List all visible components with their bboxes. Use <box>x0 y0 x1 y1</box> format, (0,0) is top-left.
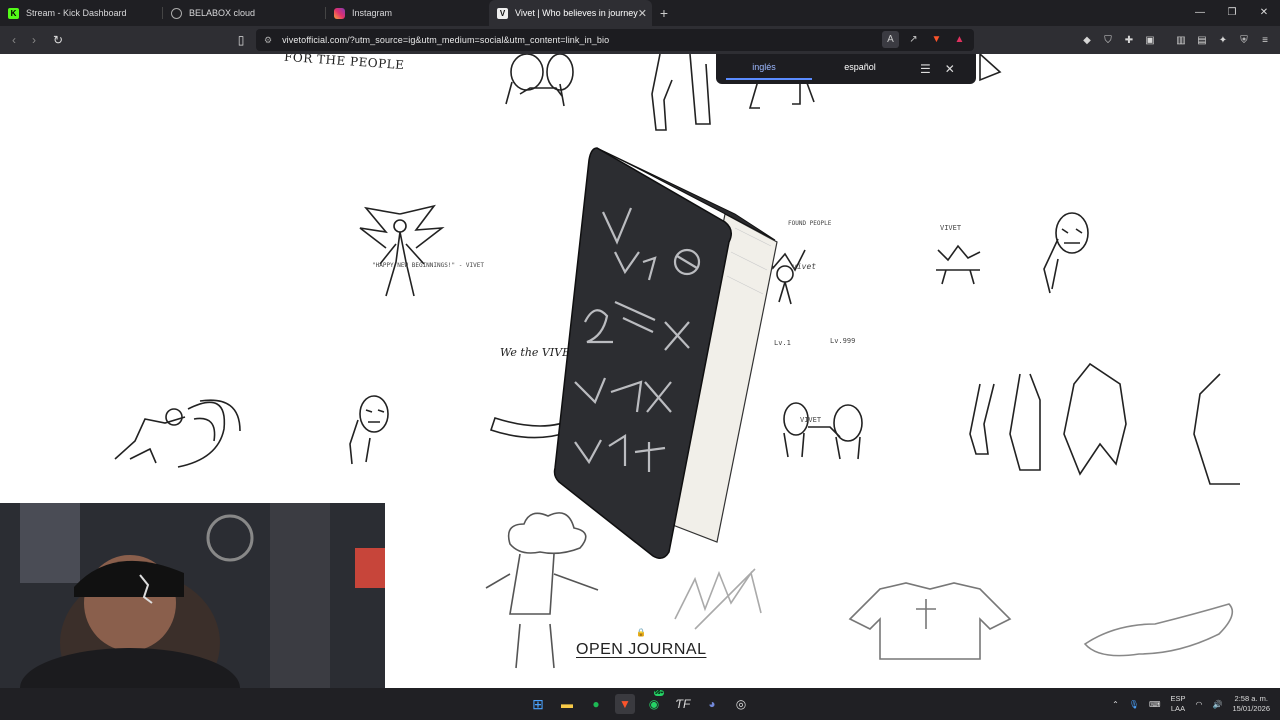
system-tray: ⌃ 🎙 ⌨ ESP LAA ◠ 🔊 2:58 a. m. 15/01/2026 <box>1112 692 1270 716</box>
lock-icon: 🔒 <box>636 628 646 637</box>
browser-toolbar: ‹ › ↻ ▯ ⚙ vivetofficial.com/?utm_source=… <box>0 26 1280 54</box>
leo-ai-icon[interactable]: ✦ <box>1216 33 1230 47</box>
notification-badge: 99+ <box>654 690 665 696</box>
instagram-favicon-icon <box>334 7 345 19</box>
address-bar[interactable]: ⚙ vivetofficial.com/?utm_source=ig&utm_m… <box>256 29 974 51</box>
brave-icon[interactable]: ▼ <box>615 694 635 714</box>
level-999-caption: Lv.999 <box>830 337 856 345</box>
clock-date: 15/01/2026 <box>1232 704 1270 713</box>
webcam-feed <box>0 503 385 688</box>
url-text: vivetofficial.com/?utm_source=ig&utm_med… <box>282 35 610 45</box>
discord-icon[interactable]: ◕ <box>702 694 722 714</box>
wifi-icon[interactable]: ◠ <box>1196 700 1203 709</box>
brave-shields-icon[interactable]: ▼ <box>928 31 945 48</box>
spotify-icon[interactable]: ● <box>586 694 606 714</box>
tab-title: Stream - Kick Dashboard <box>26 8 127 18</box>
file-explorer-icon[interactable]: ▬ <box>557 694 577 714</box>
sketch-angel <box>359 204 445 297</box>
sketch-small-creature <box>936 244 981 285</box>
translate-option-english[interactable]: inglés <box>716 54 812 84</box>
whatsapp-icon[interactable]: ◉ 99+ <box>644 690 665 714</box>
microphone-icon[interactable]: 🎙 <box>1129 700 1139 709</box>
extension-diamond-icon[interactable]: ◆ <box>1080 33 1094 47</box>
vpn-icon[interactable]: ⛨ <box>1237 33 1251 47</box>
globe-favicon-icon <box>171 7 182 19</box>
kick-favicon-icon: K <box>8 7 19 19</box>
screen: K Stream - Kick Dashboard BELABOX cloud … <box>0 0 1280 720</box>
site-settings-icon[interactable]: ⚙ <box>264 35 272 46</box>
sketch-mask-face-top-left <box>510 54 544 91</box>
translate-close-icon[interactable]: ✕ <box>945 62 955 76</box>
translate-popup: inglés español ☰ ✕ <box>716 54 976 84</box>
translate-icon[interactable]: A <box>882 31 899 48</box>
tab-vivet[interactable]: V Vivet | Who believes in journey ✕ <box>489 0 652 26</box>
window-controls: — ❐ ✕ <box>1184 0 1280 26</box>
minimize-icon[interactable]: — <box>1184 0 1216 26</box>
extension-shield-icon[interactable]: ⛉ <box>1101 33 1115 47</box>
bookmark-icon[interactable]: ▯ <box>231 33 251 47</box>
menu-icon[interactable]: ≡ <box>1258 33 1272 47</box>
sidebar-toggle-icon[interactable]: ▥ <box>1174 33 1188 47</box>
tab-kick-dashboard[interactable]: K Stream - Kick Dashboard <box>0 0 163 26</box>
close-window-icon[interactable]: ✕ <box>1248 0 1280 26</box>
translate-option-spanish[interactable]: español <box>812 54 908 84</box>
tray-overflow-icon[interactable]: ⌃ <box>1112 700 1119 709</box>
sketch-masked-cloak-mid <box>349 395 389 465</box>
forward-icon[interactable]: › <box>24 33 44 47</box>
keyboard-icon[interactable]: ⌨ <box>1149 700 1161 709</box>
journal-book[interactable] <box>545 142 805 582</box>
maximize-icon[interactable]: ❐ <box>1216 0 1248 26</box>
language-code: ESP <box>1170 694 1186 703</box>
clock[interactable]: 2:58 a. m. 15/01/2026 <box>1232 694 1270 714</box>
sketch-shoe <box>1083 603 1234 657</box>
webcam-overlay <box>0 503 385 688</box>
angel-caption: "HAPPY NEW BEGINNINGS!" - VIVET <box>372 262 484 269</box>
browser-tab-bar: K Stream - Kick Dashboard BELABOX cloud … <box>0 0 1280 26</box>
new-tab-button[interactable]: + <box>652 5 676 21</box>
reload-icon[interactable]: ↻ <box>48 33 68 47</box>
wallet-icon[interactable]: ▤ <box>1195 33 1209 47</box>
tab-belabox[interactable]: BELABOX cloud <box>163 0 326 26</box>
tab-title: Vivet | Who believes in journey <box>515 8 638 18</box>
windows-start-icon[interactable]: ⊞ <box>528 694 548 714</box>
volume-icon[interactable]: 🔊 <box>1212 700 1222 709</box>
taskbar-apps: ⊞ ▬ ● ▼ ◉ 99+ ƬF ◕ ◎ <box>528 690 751 714</box>
tab-title: Instagram <box>352 8 393 18</box>
sketch-masked-cloak-top <box>1043 212 1089 294</box>
extension-box-icon[interactable]: ▣ <box>1143 33 1157 47</box>
brave-rewards-icon[interactable]: ▲ <box>951 31 968 48</box>
tf-app-icon[interactable]: ƬF <box>673 694 693 714</box>
windows-taskbar: ⊞ ▬ ● ▼ ◉ 99+ ƬF ◕ ◎ ⌃ 🎙 ⌨ ESP LAA ◠ 🔊 2:… <box>0 688 1280 720</box>
obs-icon[interactable]: ◎ <box>731 694 751 714</box>
vivet-creature-caption: VIVET <box>940 224 962 232</box>
tab-instagram[interactable]: Instagram <box>326 0 489 26</box>
language-layout: LAA <box>1170 704 1186 713</box>
sketch-thrower <box>114 399 241 468</box>
translate-menu-icon[interactable]: ☰ <box>920 62 931 76</box>
open-journal-link[interactable]: OPEN JOURNAL <box>576 641 706 659</box>
extensions-puzzle-icon[interactable]: ✚ <box>1122 33 1136 47</box>
vivet-favicon-icon: V <box>497 7 508 19</box>
close-tab-icon[interactable]: ✕ <box>638 7 647 20</box>
share-icon[interactable]: ↗ <box>905 31 922 48</box>
sketch-figures-top <box>651 54 711 131</box>
sketch-standing-group <box>969 362 1240 485</box>
sketch-sweater <box>848 582 1012 660</box>
tab-title: BELABOX cloud <box>189 8 256 18</box>
back-icon[interactable]: ‹ <box>4 33 24 47</box>
extensions-row: ◆ ⛉ ✚ ▣ ▥ ▤ ✦ ⛨ ≡ <box>1080 33 1272 47</box>
language-indicator[interactable]: ESP LAA <box>1170 694 1185 714</box>
clock-time: 2:58 a. m. <box>1234 694 1268 703</box>
